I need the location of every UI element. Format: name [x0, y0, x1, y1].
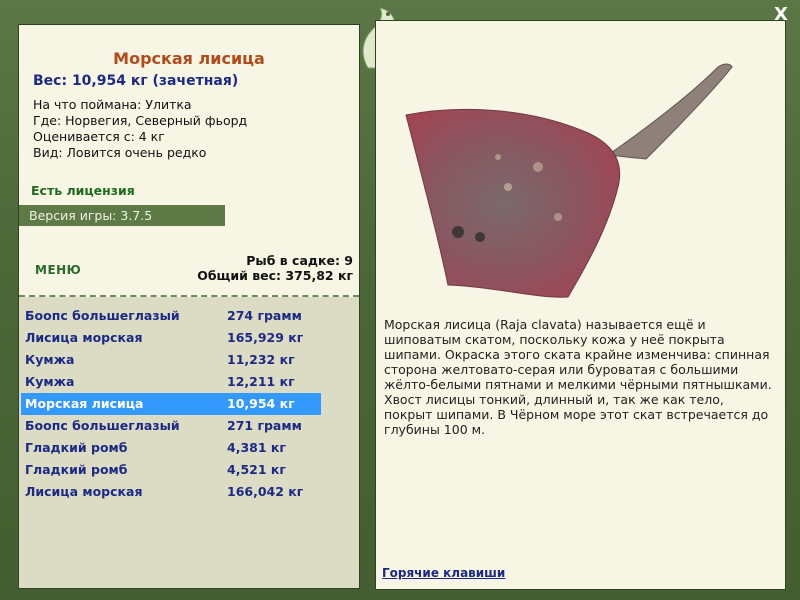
catch-row[interactable]: Гладкий ромб 4,381 кг [21, 437, 321, 459]
location-info: Где: Норвегия, Северный фьорд [33, 113, 248, 128]
rarity-info: Вид: Ловится очень редко [33, 145, 207, 160]
catch-row[interactable]: Кумжа 12,211 кг [21, 371, 321, 393]
catch-row[interactable]: Гладкий ромб 4,521 кг [21, 459, 321, 481]
version-label: Версия игры: 3.7.5 [29, 208, 153, 223]
catch-row-selected[interactable]: Морская лисица 10,954 кг [21, 393, 321, 415]
catch-name: Боопс большеглазый [25, 308, 180, 323]
fish-info-panel: Морская лисица Вес: 10,954 кг (зачетная)… [18, 24, 360, 589]
catch-weight: 10,954 кг [227, 396, 295, 411]
fish-weight: Вес: 10,954 кг (зачетная) [33, 73, 239, 89]
catch-name: Гладкий ромб [25, 440, 128, 455]
license-status: Есть лицензия [31, 183, 135, 198]
catch-weight: 271 грамм [227, 418, 302, 433]
bait-info: На что поймана: Улитка [33, 97, 192, 112]
catch-name: Боопс большеглазый [25, 418, 180, 433]
thornback-ray-image [405, 63, 733, 298]
catch-weight: 4,381 кг [227, 440, 286, 455]
catch-name: Лисица морская [25, 484, 143, 499]
catch-weight: 166,042 кг [227, 484, 304, 499]
catch-weight: 274 грамм [227, 308, 302, 323]
catch-weight: 11,232 кг [227, 352, 295, 367]
catch-row[interactable]: Кумжа 11,232 кг [21, 349, 321, 371]
catch-weight: 165,929 кг [227, 330, 304, 345]
fish-detail-panel: Морская лисица (Raja clavata) называется… [375, 20, 786, 590]
rating-info: Оценивается с: 4 кг [33, 129, 165, 144]
hotkeys-link[interactable]: Горячие клавиши [382, 566, 505, 580]
menu-button[interactable]: МЕНЮ [35, 263, 81, 277]
version-bar: Версия игры: 3.7.5 [19, 205, 225, 226]
catch-weight: 12,211 кг [227, 374, 295, 389]
catch-weight: 4,521 кг [227, 462, 286, 477]
catch-row[interactable]: Боопс большеглазый 274 грамм [21, 305, 321, 327]
catch-row[interactable]: Лисица морская 165,929 кг [21, 327, 321, 349]
keepnet-stats: Рыб в садке: 9 Общий вес: 375,82 кг [197, 253, 353, 283]
catch-name: Лисица морская [25, 330, 143, 345]
fish-count: Рыб в садке: 9 [246, 253, 353, 268]
catch-name: Гладкий ромб [25, 462, 128, 477]
catch-row[interactable]: Боопс большеглазый 271 грамм [21, 415, 321, 437]
window-frame: X Морская лисица Вес: 10,954 кг (зачетна… [0, 0, 800, 600]
fish-title: Морская лисица [113, 49, 265, 68]
catch-name: Кумжа [25, 374, 75, 389]
catch-name: Морская лисица [25, 396, 144, 411]
total-weight: Общий вес: 375,82 кг [197, 268, 353, 283]
catch-row[interactable]: Лисица морская 166,042 кг [21, 481, 321, 503]
catch-list: Боопс большеглазый 274 грамм Лисица морск… [19, 297, 359, 588]
catch-name: Кумжа [25, 352, 75, 367]
fish-description: Морская лисица (Raja clavata) называется… [384, 317, 772, 437]
